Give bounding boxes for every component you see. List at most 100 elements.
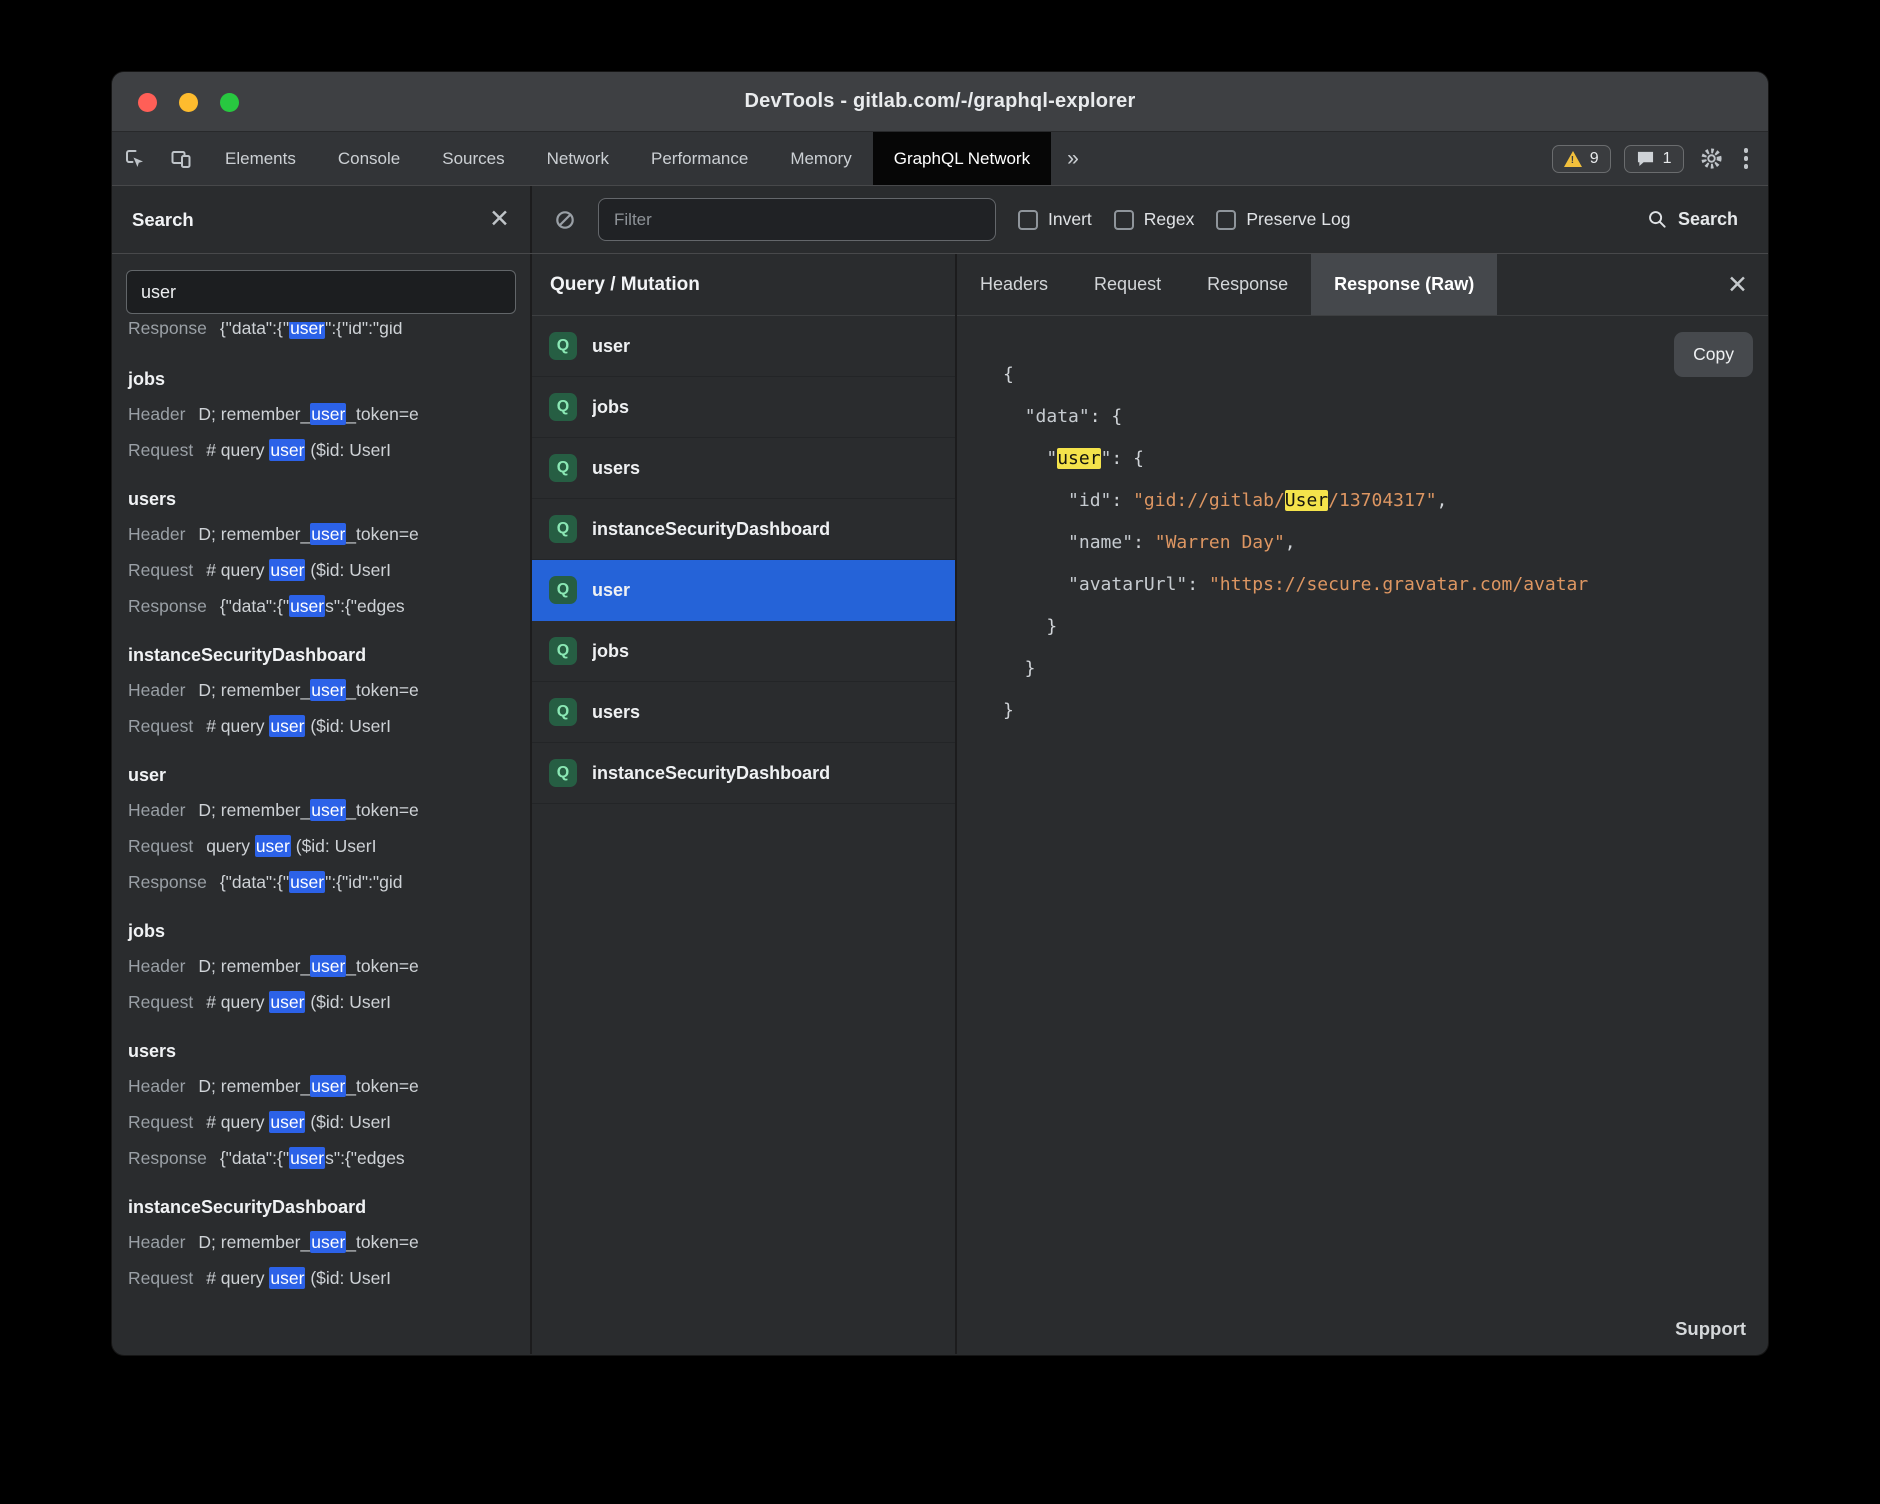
query-list-item[interactable]: Quser	[532, 316, 955, 377]
query-list-item[interactable]: Qusers	[532, 682, 955, 743]
search-result-line[interactable]: HeaderD; remember_user_token=e	[128, 948, 514, 984]
more-tabs-button[interactable]: »	[1051, 132, 1095, 185]
zoom-window-button[interactable]	[220, 93, 239, 112]
search-result-field-label: Request	[128, 440, 193, 460]
devtools-tab-elements[interactable]: Elements	[204, 132, 317, 185]
search-result-line[interactable]: Response{"data":{"user":{"id":"gid	[128, 864, 514, 900]
text-segment: _token=e	[346, 404, 419, 424]
search-result-line[interactable]: Request# query user ($id: UserI	[128, 1260, 514, 1296]
filter-input[interactable]	[598, 198, 996, 241]
json-line: "name": "Warren Day",	[1003, 522, 1768, 564]
search-result-field-label: Request	[128, 1268, 193, 1288]
search-result-line[interactable]: HeaderD; remember_user_token=e	[128, 396, 514, 432]
search-result-line[interactable]: Request# query user ($id: UserI	[128, 432, 514, 468]
text-segment: _token=e	[346, 1232, 419, 1252]
text-segment: # query	[206, 716, 269, 736]
devtools-tab-console[interactable]: Console	[317, 132, 421, 185]
search-result-line[interactable]: Response{"data":{"user":{"id":"gid	[128, 322, 514, 346]
search-result-line[interactable]: Response{"data":{"users":{"edges	[128, 1140, 514, 1176]
search-result-operation-name[interactable]: user	[128, 758, 514, 792]
json-token: :	[1187, 574, 1209, 595]
search-result-line[interactable]: HeaderD; remember_user_token=e	[128, 1224, 514, 1260]
search-result-line[interactable]: HeaderD; remember_user_token=e	[128, 1068, 514, 1104]
warnings-badge[interactable]: ! 9	[1552, 145, 1611, 173]
query-name: jobs	[592, 641, 629, 662]
toolbar-search-button[interactable]: Search	[1647, 209, 1746, 230]
search-result-line[interactable]: Request# query user ($id: UserI	[128, 984, 514, 1020]
text-segment: s":{"edges	[325, 1148, 405, 1168]
query-list-item[interactable]: Qjobs	[532, 621, 955, 682]
search-result-line[interactable]: HeaderD; remember_user_token=e	[128, 672, 514, 708]
json-token: "id"	[1068, 490, 1111, 511]
text-segment: D; remember_	[198, 404, 310, 424]
search-result-group: instanceSecurityDashboardHeaderD; rememb…	[128, 638, 514, 744]
json-line: }	[1003, 606, 1768, 648]
issues-badge[interactable]: 1	[1624, 145, 1684, 173]
response-tab-request[interactable]: Request	[1071, 254, 1184, 315]
clear-log-icon[interactable]	[554, 209, 576, 231]
search-input-wrap	[112, 254, 530, 322]
search-result-operation-name[interactable]: jobs	[128, 362, 514, 396]
search-result-field-label: Header	[128, 1076, 185, 1096]
search-result-line[interactable]: Requestquery user ($id: UserI	[128, 828, 514, 864]
search-result-group: usersHeaderD; remember_user_token=eReque…	[128, 482, 514, 624]
devtools-tab-graphql-network[interactable]: GraphQL Network	[873, 132, 1051, 185]
response-tab-response-raw[interactable]: Response (Raw)	[1311, 254, 1497, 315]
query-list-item[interactable]: QinstanceSecurityDashboard	[532, 743, 955, 804]
search-result-group: instanceSecurityDashboardHeaderD; rememb…	[128, 1190, 514, 1296]
query-name: user	[592, 580, 630, 601]
regex-checkbox[interactable]: Regex	[1114, 209, 1195, 230]
devtools-tab-performance[interactable]: Performance	[630, 132, 769, 185]
invert-checkbox[interactable]: Invert	[1018, 209, 1092, 230]
minimize-window-button[interactable]	[179, 93, 198, 112]
devtools-tab-network[interactable]: Network	[526, 132, 630, 185]
json-token: : {	[1111, 448, 1144, 469]
json-token: :	[1111, 490, 1133, 511]
copy-button[interactable]: Copy	[1674, 332, 1753, 377]
devtools-tab-sources[interactable]: Sources	[421, 132, 525, 185]
warning-icon: !	[1564, 151, 1582, 167]
search-result-operation-name[interactable]: instanceSecurityDashboard	[128, 638, 514, 672]
response-tab-headers[interactable]: Headers	[957, 254, 1071, 315]
device-toolbar-icon[interactable]	[158, 132, 204, 185]
search-result-line[interactable]: HeaderD; remember_user_token=e	[128, 516, 514, 552]
query-list-item[interactable]: QinstanceSecurityDashboard	[532, 499, 955, 560]
search-result-line[interactable]: HeaderD; remember_user_token=e	[128, 792, 514, 828]
query-list-item[interactable]: Qusers	[532, 438, 955, 499]
devtools-menu-kebab-icon[interactable]	[1740, 148, 1753, 169]
response-panel-close-icon[interactable]: ✕	[1727, 270, 1748, 300]
json-token: "	[1101, 448, 1112, 469]
panels-container: Response{"data":{"user":{"id":"gidjobsHe…	[112, 254, 1768, 1354]
regex-checkbox-box[interactable]	[1114, 210, 1134, 230]
search-result-line[interactable]: Response{"data":{"users":{"edges	[128, 588, 514, 624]
json-token: "Warren Day"	[1155, 532, 1285, 553]
search-result-operation-name[interactable]: jobs	[128, 914, 514, 948]
support-link[interactable]: Support	[1675, 1318, 1746, 1340]
search-input[interactable]	[126, 270, 516, 314]
response-tab-response[interactable]: Response	[1184, 254, 1311, 315]
search-result-operation-name[interactable]: instanceSecurityDashboard	[128, 1190, 514, 1224]
text-segment: {"data":{"	[220, 1148, 289, 1168]
query-list-item-selected[interactable]: Quser	[532, 560, 955, 621]
devtools-tab-memory[interactable]: Memory	[769, 132, 872, 185]
json-token	[1003, 490, 1068, 511]
search-result-line[interactable]: Request# query user ($id: UserI	[128, 552, 514, 588]
query-type-badge: Q	[549, 759, 577, 787]
text-segment: query	[206, 836, 255, 856]
search-result-line[interactable]: Request# query user ($id: UserI	[128, 708, 514, 744]
json-token: "	[1046, 448, 1057, 469]
invert-checkbox-box[interactable]	[1018, 210, 1038, 230]
preserve-log-checkbox-box[interactable]	[1216, 210, 1236, 230]
search-result-group: Response{"data":{"user":{"id":"gid	[128, 322, 514, 348]
inspect-element-icon[interactable]	[112, 132, 158, 185]
search-result-field-label: Header	[128, 800, 185, 820]
close-window-button[interactable]	[138, 93, 157, 112]
query-list-item[interactable]: Qjobs	[532, 377, 955, 438]
search-panel-close-icon[interactable]: ✕	[489, 207, 510, 232]
settings-gear-icon[interactable]	[1697, 147, 1727, 170]
preserve-log-checkbox[interactable]: Preserve Log	[1216, 209, 1350, 230]
search-result-line[interactable]: Request# query user ($id: UserI	[128, 1104, 514, 1140]
search-result-operation-name[interactable]: users	[128, 1034, 514, 1068]
json-token: "gid://gitlab/	[1133, 490, 1285, 511]
search-result-operation-name[interactable]: users	[128, 482, 514, 516]
